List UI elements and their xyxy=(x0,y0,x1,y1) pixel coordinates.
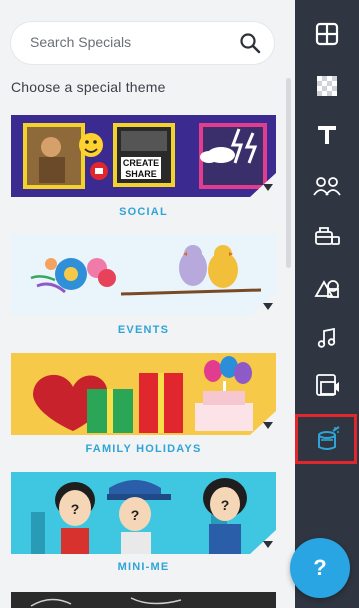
svg-text:?: ? xyxy=(131,507,140,523)
search-input[interactable]: Search Specials xyxy=(30,34,131,50)
events-artwork xyxy=(11,234,276,316)
selected-item-highlight xyxy=(295,414,357,464)
sidebar-item-layouts[interactable] xyxy=(295,14,359,54)
sidebar-item-backgrounds[interactable] xyxy=(295,66,359,106)
theme-card-social[interactable]: CREATE SHARE xyxy=(11,115,276,197)
background-pattern-icon xyxy=(317,76,337,96)
theme-card-next[interactable] xyxy=(11,592,276,608)
sidebar-item-objects[interactable] xyxy=(295,216,359,256)
tool-sidebar xyxy=(295,0,359,608)
theme-card-events[interactable] xyxy=(11,234,276,316)
theme-card-mini-me[interactable]: ? ? ? xyxy=(11,472,276,554)
card-label-mini-me[interactable]: MINI-ME xyxy=(11,561,276,573)
chevron-down-icon[interactable] xyxy=(263,541,273,548)
people-icon xyxy=(313,177,341,196)
create-text: CREATE xyxy=(123,158,159,168)
next-card-artwork xyxy=(11,592,276,608)
sidebar-item-shapes[interactable] xyxy=(295,268,359,308)
card-label-social[interactable]: SOCIAL xyxy=(11,206,276,218)
scrollbar-thumb[interactable] xyxy=(286,78,291,268)
card-label-events[interactable]: EVENTS xyxy=(11,324,276,336)
share-text: SHARE xyxy=(125,169,157,179)
svg-text:?: ? xyxy=(71,501,80,517)
svg-text:?: ? xyxy=(221,497,230,513)
sidebar-item-text[interactable] xyxy=(295,115,359,155)
help-label: ? xyxy=(313,555,327,580)
shapes-icon xyxy=(314,280,339,298)
layout-icon xyxy=(315,22,339,46)
sidebar-item-video[interactable] xyxy=(295,366,359,406)
search-bar[interactable]: Search Specials xyxy=(11,22,274,64)
card-label-family-holidays[interactable]: FAMILY HOLIDAYS xyxy=(11,443,276,455)
sidebar-item-people[interactable] xyxy=(295,166,359,206)
search-icon[interactable] xyxy=(239,32,261,54)
theme-card-family-holidays[interactable] xyxy=(11,353,276,435)
sidebar-item-music[interactable] xyxy=(295,318,359,358)
chevron-down-icon[interactable] xyxy=(263,422,273,429)
objects-icon xyxy=(315,227,340,245)
help-button[interactable]: ? xyxy=(290,538,350,598)
text-icon xyxy=(318,126,336,144)
video-icon xyxy=(316,374,339,396)
specials-panel: Search Specials Choose a special theme C… xyxy=(0,0,295,608)
mini-me-artwork: ? ? ? xyxy=(11,472,276,554)
chevron-down-icon[interactable] xyxy=(263,303,273,310)
section-heading: Choose a special theme xyxy=(11,79,166,95)
chevron-down-icon[interactable] xyxy=(263,184,273,191)
family-holidays-artwork xyxy=(11,353,276,435)
music-icon xyxy=(317,327,336,348)
social-artwork: CREATE SHARE xyxy=(11,115,276,197)
